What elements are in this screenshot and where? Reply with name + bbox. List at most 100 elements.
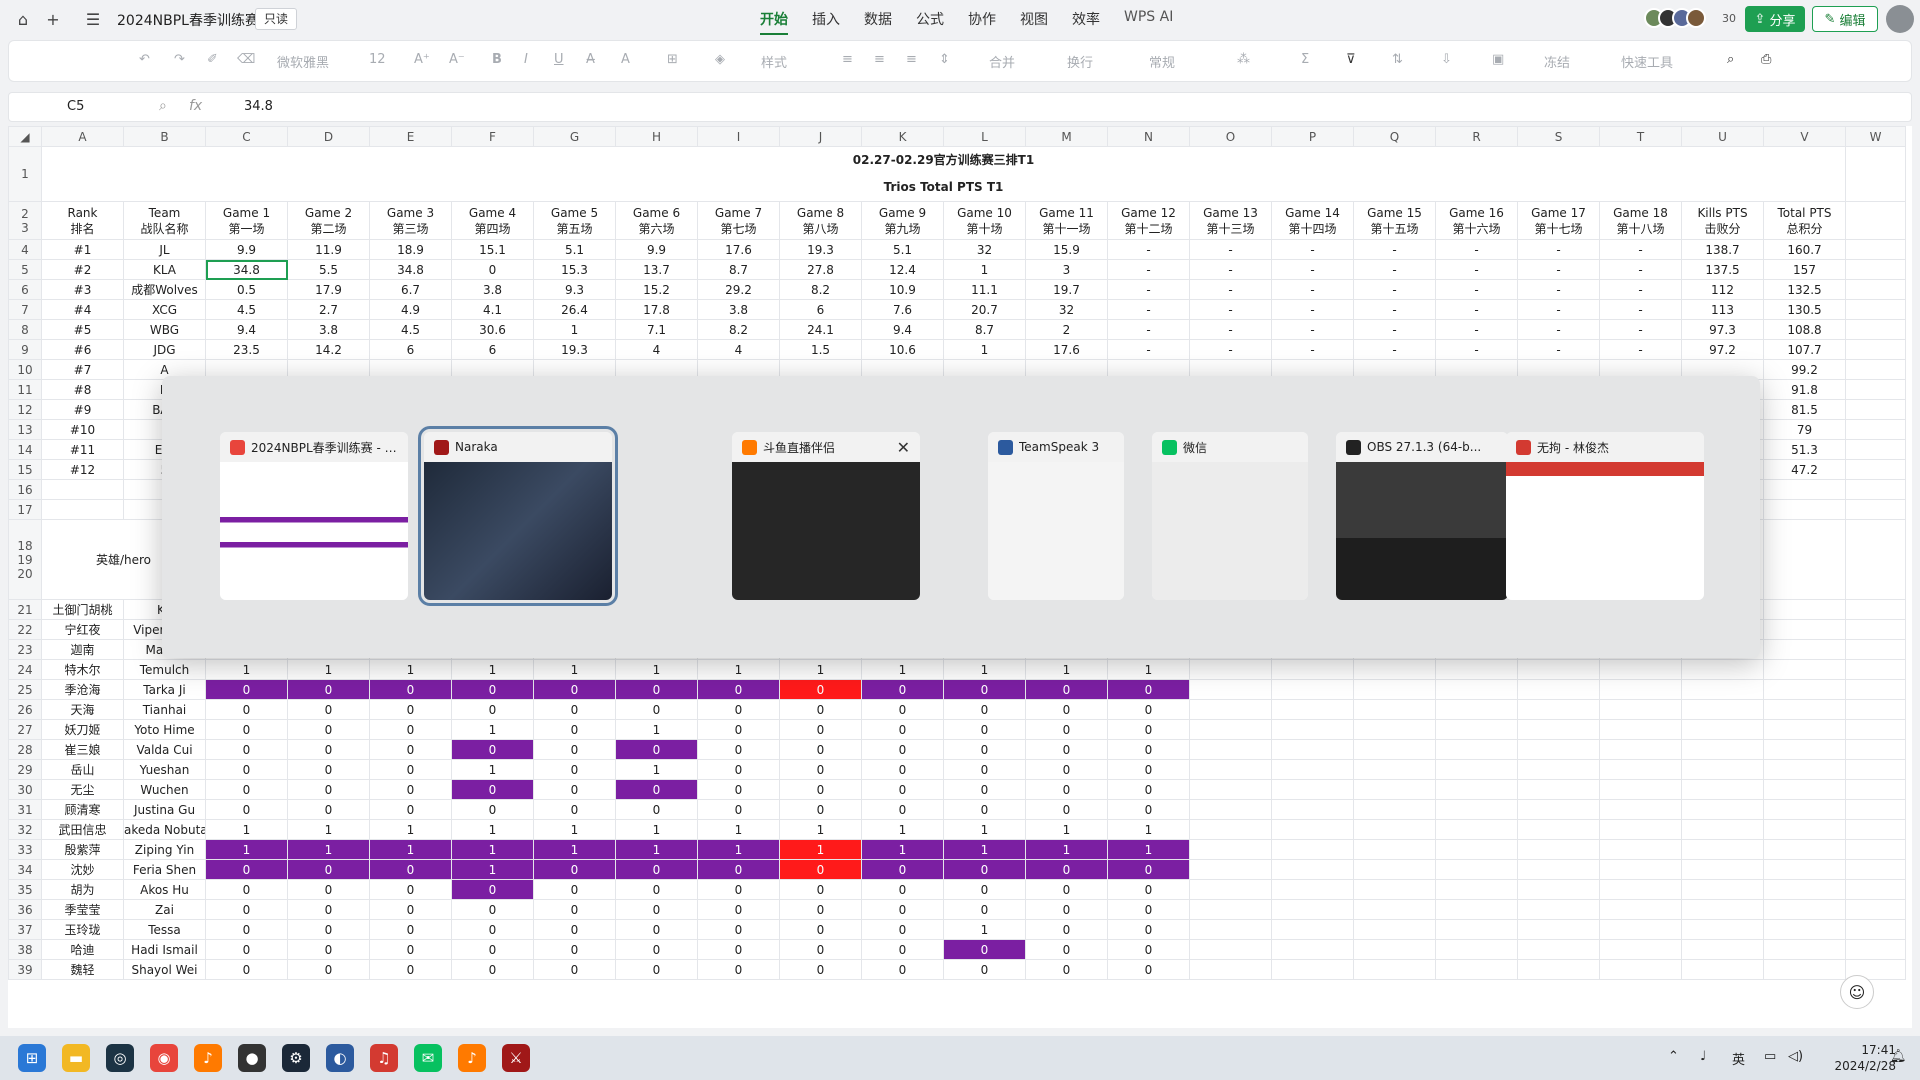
increase-font-icon[interactable]: A⁺	[414, 52, 430, 67]
hero-en[interactable]: Hadi Ismail	[123, 939, 206, 960]
table-cell[interactable]: -	[1189, 239, 1272, 260]
table-cell[interactable]: 3.8	[697, 299, 780, 320]
cell[interactable]	[1599, 659, 1682, 680]
fill-icon[interactable]: ⇩	[1441, 52, 1452, 67]
row-header[interactable]: 23	[8, 639, 42, 660]
hero-en[interactable]: Tarka Ji	[123, 679, 206, 700]
assistant-icon[interactable]: ☺	[1840, 975, 1874, 1009]
row-header[interactable]: 4	[8, 239, 42, 260]
cell[interactable]	[1763, 519, 1846, 600]
hero-en[interactable]: Ziping Yin	[123, 839, 206, 860]
cell[interactable]	[1845, 599, 1906, 620]
hero-value[interactable]: 0	[697, 719, 780, 740]
cell[interactable]	[1681, 819, 1764, 840]
table-cell[interactable]: 27.8	[779, 259, 862, 280]
hero-value[interactable]: 0	[1025, 719, 1108, 740]
table-cell[interactable]: KLA	[123, 259, 206, 280]
cell[interactable]	[1681, 799, 1764, 820]
column-header[interactable]: E	[369, 126, 452, 147]
hero-value[interactable]: 0	[779, 959, 862, 980]
table-cell[interactable]: -	[1517, 279, 1600, 300]
cell[interactable]	[1189, 939, 1272, 960]
table-cell[interactable]: 19.7	[1025, 279, 1108, 300]
hero-value[interactable]: 0	[861, 679, 944, 700]
table-cell[interactable]: -	[1517, 319, 1600, 340]
hero-value[interactable]: 0	[943, 719, 1026, 740]
cell[interactable]	[1845, 759, 1906, 780]
hero-value[interactable]: 0	[533, 859, 616, 880]
table-cell[interactable]: 19.3	[533, 339, 616, 360]
cell[interactable]	[1763, 499, 1846, 520]
switcher-window-0[interactable]: 2024NBPL春季训练赛 - Google...	[220, 432, 408, 600]
cell[interactable]	[1845, 379, 1906, 400]
row-header[interactable]: 38	[8, 939, 42, 960]
hero-value[interactable]: 0	[451, 939, 534, 960]
hero-value[interactable]: 0	[287, 679, 370, 700]
switcher-window-4[interactable]: 微信	[1152, 432, 1308, 600]
table-cell[interactable]: -	[1435, 279, 1518, 300]
hero-value[interactable]: 0	[1025, 779, 1108, 800]
cell[interactable]	[1845, 201, 1906, 240]
table-cell[interactable]: -	[1353, 259, 1436, 280]
table-cell[interactable]: 17.6	[697, 239, 780, 260]
zoom-icon[interactable]: ⌕	[159, 98, 167, 114]
table-cell[interactable]: 9.9	[205, 239, 288, 260]
hero-value[interactable]: 0	[533, 719, 616, 740]
cell[interactable]	[1435, 659, 1518, 680]
cell[interactable]	[1271, 919, 1354, 940]
cell[interactable]	[1763, 819, 1846, 840]
hero-value[interactable]: 0	[1107, 759, 1190, 780]
hero-en[interactable]: Akos Hu	[123, 879, 206, 900]
corner[interactable]: ◢	[8, 126, 42, 147]
hero-value[interactable]: 0	[861, 919, 944, 940]
fill-color-icon[interactable]: ◈	[715, 52, 725, 67]
cell[interactable]	[1763, 479, 1846, 500]
table-cell[interactable]: 1	[533, 319, 616, 340]
cell[interactable]	[1517, 859, 1600, 880]
cell[interactable]	[1271, 899, 1354, 920]
hero-value[interactable]: 0	[451, 739, 534, 760]
table-cell[interactable]: 30.6	[451, 319, 534, 340]
ime-indicator[interactable]: 英	[1732, 1049, 1745, 1068]
cell[interactable]	[1189, 659, 1272, 680]
cell[interactable]	[1845, 519, 1906, 600]
hero-value[interactable]: 0	[451, 799, 534, 820]
hero-value[interactable]: 0	[779, 719, 862, 740]
hero-value[interactable]: 1	[779, 659, 862, 680]
cell[interactable]	[1845, 839, 1906, 860]
cell[interactable]	[1845, 779, 1906, 800]
cell[interactable]	[1353, 719, 1436, 740]
hero-value[interactable]: 0	[369, 799, 452, 820]
cell[interactable]	[1517, 939, 1600, 960]
cell-reference[interactable]: C5	[67, 99, 84, 114]
cell[interactable]	[1517, 919, 1600, 940]
cell[interactable]	[1763, 639, 1846, 660]
row-header[interactable]: 35	[8, 879, 42, 900]
table-cell[interactable]: 137.5	[1681, 259, 1764, 280]
row-header[interactable]: 5	[8, 259, 42, 280]
hero-value[interactable]: 0	[943, 939, 1026, 960]
hero-value[interactable]: 0	[779, 879, 862, 900]
table-cell[interactable]: -	[1599, 319, 1682, 340]
hero-value[interactable]: 0	[943, 779, 1026, 800]
cell[interactable]	[1271, 839, 1354, 860]
table-cell[interactable]: #7	[41, 359, 124, 380]
table-cell[interactable]: -	[1435, 259, 1518, 280]
cell[interactable]	[1845, 359, 1906, 380]
column-header[interactable]: R	[1435, 126, 1518, 147]
hero-value[interactable]: 0	[1107, 859, 1190, 880]
hero-value[interactable]: 0	[697, 879, 780, 900]
table-cell[interactable]: -	[1517, 339, 1600, 360]
column-header[interactable]: H	[615, 126, 698, 147]
column-header[interactable]: U	[1681, 126, 1764, 147]
hero-value[interactable]: 0	[533, 759, 616, 780]
hero-value[interactable]: 1	[451, 659, 534, 680]
cell[interactable]	[1845, 739, 1906, 760]
hero-value[interactable]: 0	[205, 899, 288, 920]
wechat-icon[interactable]: ✉	[414, 1044, 442, 1072]
hero-value[interactable]: 0	[1025, 859, 1108, 880]
hero-cn[interactable]: 土御门胡桃	[41, 599, 124, 620]
table-cell[interactable]: 6.7	[369, 279, 452, 300]
hero-value[interactable]: 1	[369, 659, 452, 680]
hero-value[interactable]: 1	[861, 659, 944, 680]
